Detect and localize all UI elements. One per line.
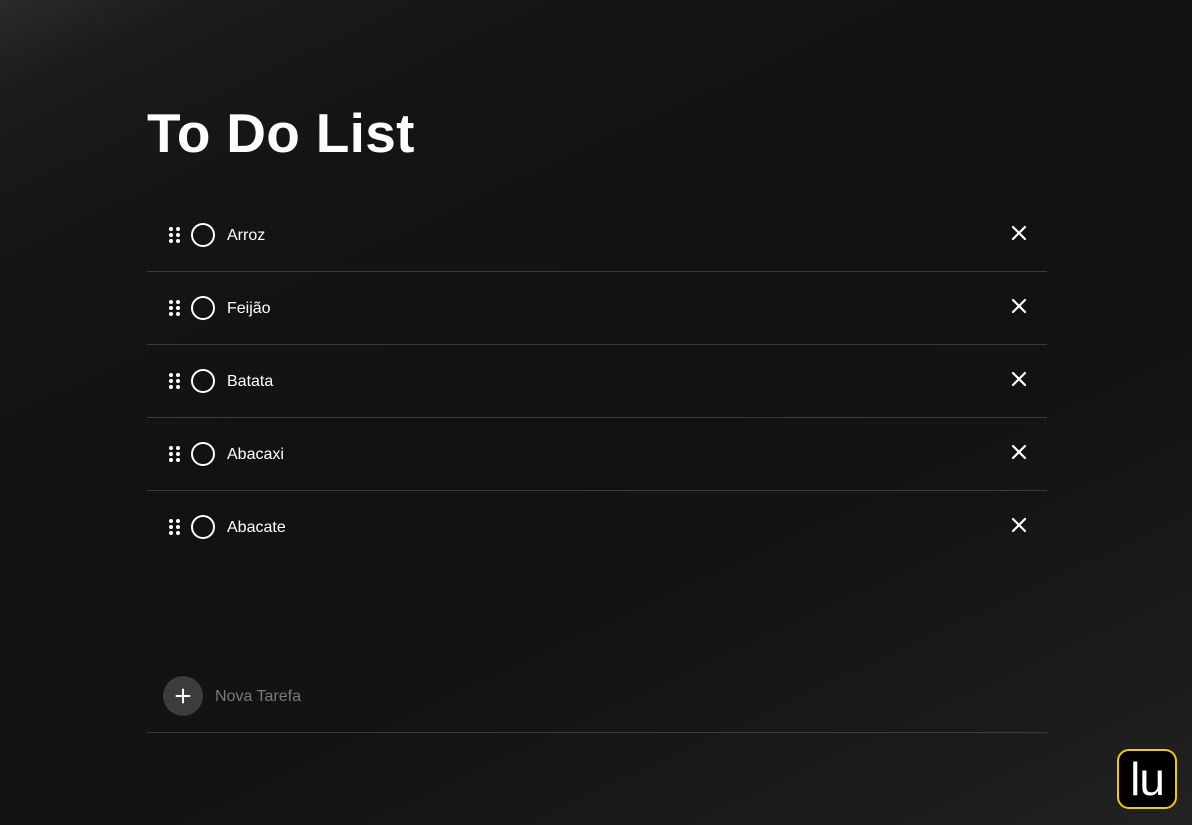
task-row: Arroz [147,199,1047,272]
task-label: Arroz [227,227,266,244]
task-checkbox[interactable] [191,515,215,539]
drag-handle-icon[interactable] [169,300,181,316]
task-checkbox[interactable] [191,442,215,466]
drag-handle-icon[interactable] [169,446,181,462]
add-task-button[interactable] [163,676,203,716]
task-checkbox[interactable] [191,223,215,247]
close-icon[interactable] [1011,517,1027,533]
task-list: Arroz Feijão Batata Abacaxi Abacate [147,199,1047,563]
task-checkbox[interactable] [191,369,215,393]
task-row: Feijão [147,272,1047,345]
plus-icon [175,688,191,704]
close-icon[interactable] [1011,371,1027,387]
drag-handle-icon[interactable] [169,519,181,535]
close-icon[interactable] [1011,298,1027,314]
task-label: Abacaxi [227,446,284,463]
drag-handle-icon[interactable] [169,373,181,389]
task-label: Batata [227,373,274,390]
task-row: Batata [147,345,1047,418]
task-label: Abacate [227,519,286,536]
close-icon[interactable] [1011,444,1027,460]
logo-text: lu [1130,753,1165,805]
close-icon[interactable] [1011,225,1027,241]
drag-handle-icon[interactable] [169,227,181,243]
task-row: Abacaxi [147,418,1047,491]
task-label: Feijão [227,300,271,317]
page-title: To Do List [147,102,415,164]
new-task-form [147,676,1047,733]
new-task-input[interactable] [215,686,815,708]
brand-logo[interactable]: lu [1117,749,1177,809]
task-checkbox[interactable] [191,296,215,320]
task-row: Abacate [147,491,1047,563]
